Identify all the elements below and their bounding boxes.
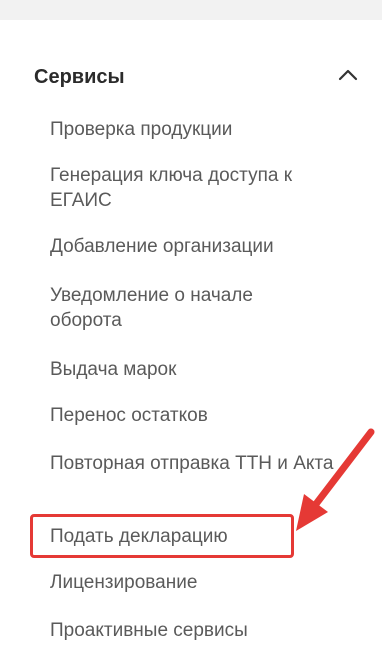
highlight-frame	[30, 514, 294, 558]
menu-item-add-organization[interactable]: Добавление организации	[50, 234, 350, 259]
section-title[interactable]: Сервисы	[34, 66, 125, 89]
menu-item-issue-marks[interactable]: Выдача марок	[50, 357, 350, 382]
chevron-up-icon[interactable]	[333, 60, 363, 90]
screen: Сервисы Проверка продукции Генерация клю…	[0, 0, 382, 659]
menu-item-turnover-notice[interactable]: Уведомление о начале оборота	[50, 283, 320, 333]
menu-item-licensing[interactable]: Лицензирование	[50, 570, 350, 595]
menu-item-resend-ttn[interactable]: Повторная отправка ТТН и Акта	[50, 451, 340, 476]
menu-item-transfer-balances[interactable]: Перенос остатков	[50, 403, 350, 428]
menu-item-product-check[interactable]: Проверка продукции	[50, 117, 350, 142]
menu-item-proactive-services[interactable]: Проактивные сервисы	[50, 618, 350, 643]
sidebar-panel	[0, 20, 382, 659]
menu-item-egais-key[interactable]: Генерация ключа доступа к ЕГАИС	[50, 163, 340, 213]
